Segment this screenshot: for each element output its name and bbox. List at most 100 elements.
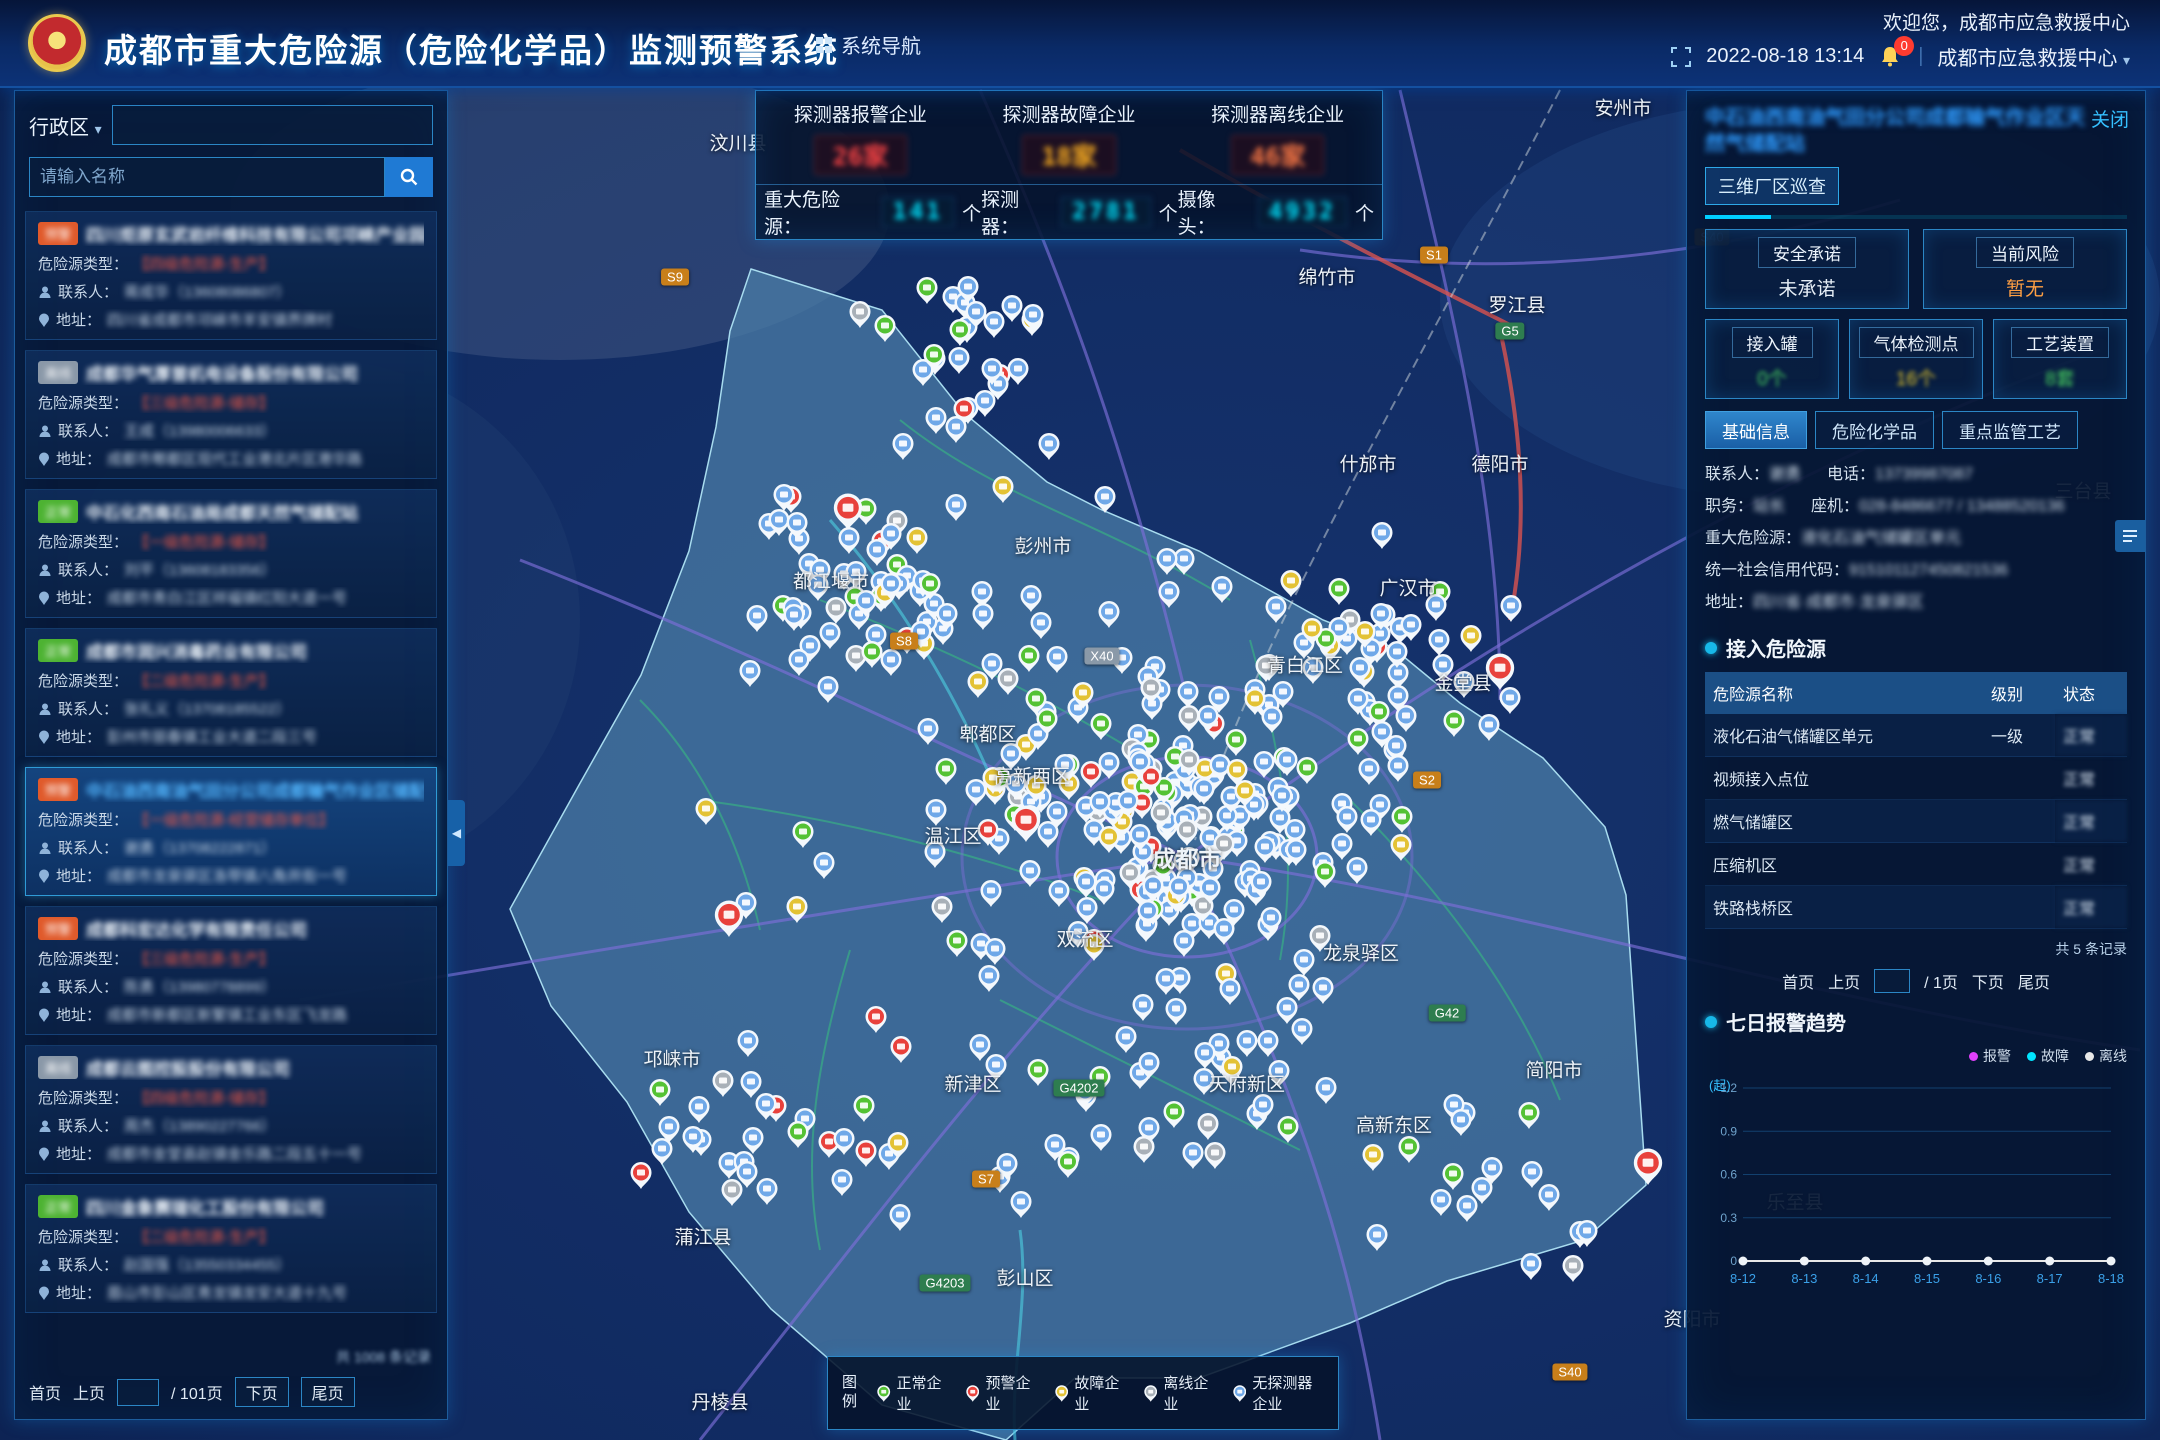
trend-legend-item[interactable]: 报警 — [1969, 1046, 2011, 1066]
field-label: 危险源类型： — [38, 392, 128, 413]
contact-value: 谢勇（13708222871） — [124, 837, 276, 858]
page-first-button[interactable]: 首页 — [29, 1380, 61, 1404]
stat-cell: 探测器故障企业18家 — [965, 91, 1174, 184]
search-icon — [399, 167, 419, 187]
address-value: 眉山市彭山区青龙镇龙安大道十九号 — [107, 1282, 347, 1303]
asset-value: 8套 — [2045, 364, 2075, 391]
legend-items: 正常企业预警企业故障企业离线企业无探测器企业 — [877, 1372, 1324, 1414]
info-row: 地址：四川省·成都市·龙泉驿区 — [1705, 587, 2113, 619]
svg-text:8-18: 8-18 — [2098, 1271, 2124, 1286]
company-card[interactable]: 预警成都科宏达化学有限责任公司危险源类型：【三级危险源-生产】联系人：陈勇（13… — [25, 906, 437, 1035]
page-next-button[interactable]: 下页 — [235, 1377, 289, 1407]
svg-text:8-16: 8-16 — [1975, 1271, 2001, 1286]
info-row: 职务：站长座机：028-8486677 / 13488520136 — [1705, 491, 2113, 523]
panel-collapse-handle[interactable]: ◀ — [448, 800, 465, 866]
search-input[interactable] — [29, 157, 385, 197]
tab-基础信息[interactable]: 基础信息 — [1705, 411, 1807, 449]
trend-legend-item[interactable]: 故障 — [2027, 1046, 2069, 1066]
address-value: 成都市金堂县赵镇金乐路二段五十一号 — [107, 1143, 362, 1164]
tab-危险化学品[interactable]: 危险化学品 — [1815, 411, 1934, 449]
company-card[interactable]: 离线成都云图控股股份有限公司危险源类型：【四级危险源-储存】联系人：周杰（138… — [25, 1045, 437, 1174]
hazard-section-header: 接入危险源 — [1705, 633, 2127, 662]
detail-page-first[interactable]: 首页 — [1782, 969, 1814, 993]
person-icon — [38, 424, 52, 438]
field-label: 联系人： — [58, 559, 118, 580]
person-icon — [38, 563, 52, 577]
company-card[interactable]: 正常成都市润兴消毒药业有限公司危险源类型：【二级危险源-生产】联系人：张礼义（1… — [25, 628, 437, 757]
location-icon — [38, 1147, 50, 1161]
district-dropdown[interactable]: 行政区 ▾ — [29, 111, 102, 140]
chevron-down-icon: ▾ — [2123, 52, 2130, 68]
fullscreen-icon[interactable] — [1670, 46, 1692, 68]
company-card[interactable]: 预警四川炬原玄武岩纤维科技有限公司邛崃产业园区危险源类型：【四级危险源-生产】联… — [25, 211, 437, 340]
svg-text:8-15: 8-15 — [1914, 1271, 1940, 1286]
current-risk-box: 当前风险 暂无 — [1923, 229, 2127, 309]
expand-info-button[interactable] — [2115, 520, 2145, 552]
detail-page-total: / 1页 — [1924, 969, 1958, 993]
pin-icon — [966, 1382, 979, 1405]
stat-value: 26家 — [814, 135, 907, 175]
nav-label: 系统导航 — [841, 30, 921, 59]
plant-3d-tour-button[interactable]: 三维厂区巡查 — [1705, 167, 1839, 205]
info-value: 站长 — [1753, 498, 1785, 515]
table-row[interactable]: 液化石油气储罐区单元一级正常 — [1705, 714, 2127, 757]
left-record-count: 共 1008 条记录 — [15, 1345, 447, 1369]
svg-text:8-14: 8-14 — [1853, 1271, 1879, 1286]
search-button[interactable] — [385, 157, 433, 197]
pin-icon — [1233, 1382, 1247, 1405]
counter: 探测器：2781个 — [981, 185, 1177, 239]
asset-label: 接入罐 — [1732, 327, 1813, 358]
legend-item-label: 故障企业 — [1074, 1372, 1121, 1414]
info-value: 液化石油气储罐区单元 — [1801, 530, 1961, 547]
tab-重点监管工艺[interactable]: 重点监管工艺 — [1942, 411, 2078, 449]
page-prev-button[interactable]: 上页 — [73, 1380, 105, 1404]
svg-text:8-17: 8-17 — [2037, 1271, 2063, 1286]
detail-page-input[interactable] — [1874, 969, 1910, 993]
legend-item-label: 离线企业 — [1163, 1372, 1210, 1414]
page-last-button[interactable]: 尾页 — [301, 1377, 355, 1407]
company-card[interactable]: 预警中石油西南油气田分公司成都输气作业区储配站危险源类型：【一级危险源-经营储存… — [25, 767, 437, 896]
app-logo — [28, 14, 86, 72]
contact-value: 刘平（13608183356） — [124, 559, 276, 580]
asset-value: 16个 — [1896, 364, 1936, 391]
table-row[interactable]: 燃气储罐区正常 — [1705, 800, 2127, 843]
company-card[interactable]: 正常四川金象赛瑞化工股份有限公司危险源类型：【二级危险源-生产】联系人：赵国强（… — [25, 1184, 437, 1313]
company-card[interactable]: 离线成都华气厚普机电设备股份有限公司危险源类型：【三级危险源-储存】联系人：王成… — [25, 350, 437, 479]
svg-text:8-13: 8-13 — [1791, 1271, 1817, 1286]
field-label: 地址： — [56, 448, 101, 469]
counter-unit: 个 — [1159, 199, 1178, 226]
info-row: 统一社会信用代码：915101127450821536 — [1705, 555, 2113, 587]
info-label: 重大危险源： — [1705, 530, 1801, 547]
hazard-status: 正常 — [2055, 757, 2127, 800]
table-row[interactable]: 压缩机区正常 — [1705, 843, 2127, 886]
hazard-section-title: 接入危险源 — [1726, 633, 1826, 662]
org-menu[interactable]: 成都市应急救援中心 ▾ — [1937, 42, 2130, 71]
company-card[interactable]: 正常中石化西南石油局成都天然气储配站危险源类型：【一级危险源-储存】联系人：刘平… — [25, 489, 437, 618]
hazard-level — [1983, 800, 2055, 843]
detail-page-next[interactable]: 下页 — [1972, 969, 2004, 993]
system-nav-button[interactable]: 系统导航 — [815, 30, 921, 59]
field-label: 联系人： — [58, 837, 118, 858]
field-label: 危险源类型： — [38, 948, 128, 969]
person-icon — [38, 285, 52, 299]
trend-legend-item[interactable]: 离线 — [2085, 1046, 2127, 1066]
counter-label: 摄像头： — [1178, 185, 1250, 239]
district-select-input[interactable] — [112, 105, 433, 145]
field-label: 联系人： — [58, 698, 118, 719]
detail-pagination: 首页 上页 / 1页 下页 尾页 — [1705, 969, 2127, 993]
table-row[interactable]: 视频接入点位正常 — [1705, 757, 2127, 800]
commitment-value: 未承诺 — [1778, 274, 1835, 301]
status-badge: 正常 — [38, 639, 78, 662]
detail-page-prev[interactable]: 上页 — [1828, 969, 1860, 993]
stat-cell: 探测器报警企业26家 — [756, 91, 965, 184]
field-label: 危险源类型： — [38, 1087, 128, 1108]
hazard-name: 燃气储罐区 — [1705, 800, 1983, 843]
page-number-input[interactable] — [117, 1379, 159, 1406]
legend-item: 离线企业 — [1144, 1372, 1211, 1414]
grid-icon — [815, 36, 833, 54]
notification-bell[interactable]: 0 — [1878, 44, 1904, 70]
detail-page-last[interactable]: 尾页 — [2018, 969, 2050, 993]
table-row[interactable]: 铁路栈桥区正常 — [1705, 886, 2127, 929]
basic-info-section: 联系人：谢勇电话：13739987087职务：站长座机：028-8486677 … — [1705, 459, 2127, 619]
hazard-type-value: 【二级危险源-生产】 — [134, 670, 274, 691]
